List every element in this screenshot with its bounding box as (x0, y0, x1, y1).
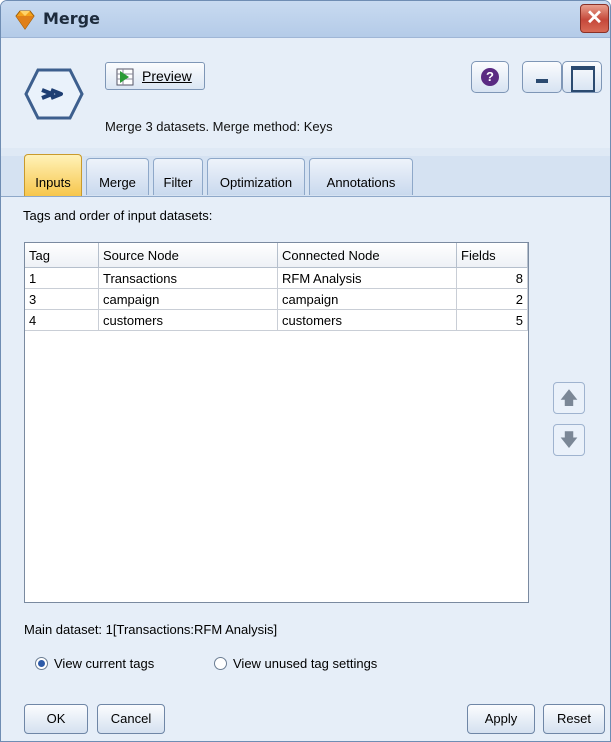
column-header-source-node[interactable]: Source Node (98, 243, 278, 268)
close-icon: ✕ (586, 7, 603, 29)
preview-label: Preview (142, 68, 192, 84)
apply-button[interactable]: Apply (467, 704, 535, 734)
radio-label: View unused tag settings (233, 656, 378, 671)
reset-button[interactable]: Reset (543, 704, 605, 734)
maximize-icon (571, 66, 595, 92)
tab-merge[interactable]: Merge (86, 158, 149, 195)
tab-annotations[interactable]: Annotations (309, 158, 413, 195)
close-button[interactable]: ✕ (580, 4, 609, 33)
move-up-button[interactable]: 🡅 (553, 382, 585, 414)
cancel-button[interactable]: Cancel (97, 704, 165, 734)
main-dataset-label: Main dataset: 1[Transactions:RFM Analysi… (24, 622, 278, 637)
maximize-button[interactable] (562, 61, 602, 93)
arrow-up-icon: 🡅 (559, 388, 579, 408)
column-header-fields[interactable]: Fields (456, 243, 528, 268)
cell-source-node: customers (98, 309, 278, 331)
column-header-tag[interactable]: Tag (25, 243, 99, 268)
radio-selected-indicator[interactable] (35, 657, 48, 670)
move-down-button[interactable]: 🡇 (553, 424, 585, 456)
input-datasets-table[interactable]: Tag Source Node Connected Node Fields 1 … (24, 242, 529, 603)
ok-button[interactable]: OK (24, 704, 88, 734)
cell-connected-node: RFM Analysis (277, 267, 457, 289)
node-summary: Merge 3 datasets. Merge method: Keys (105, 119, 333, 134)
tab-filter[interactable]: Filter (153, 158, 203, 195)
window-title: Merge (43, 9, 100, 28)
tab-inputs[interactable]: Inputs (24, 154, 82, 196)
tab-optimization[interactable]: Optimization (207, 158, 305, 195)
column-header-connected-node[interactable]: Connected Node (277, 243, 457, 268)
cell-source-node: Transactions (98, 267, 278, 289)
table-row[interactable]: 3 campaign campaign 2 (25, 288, 528, 310)
merge-dialog: Merge ✕ Preview ? Merge 3 datasets. Merg… (0, 0, 611, 742)
radio-unselected-indicator[interactable] (214, 657, 227, 670)
help-button[interactable]: ? (471, 61, 509, 93)
preview-button[interactable]: Preview (105, 62, 205, 90)
cell-connected-node: customers (277, 309, 457, 331)
merge-node-icon (24, 68, 84, 120)
preview-table-icon (116, 68, 134, 86)
cell-fields: 5 (456, 309, 528, 331)
table-header-row: Tag Source Node Connected Node Fields (25, 243, 528, 268)
section-label: Tags and order of input datasets: (23, 208, 213, 223)
table-row[interactable]: 4 customers customers 5 (25, 309, 528, 331)
cell-tag: 1 (25, 267, 99, 289)
radio-label: View current tags (54, 656, 155, 671)
cell-source-node: campaign (98, 288, 278, 310)
cell-fields: 8 (456, 267, 528, 289)
cell-tag: 4 (25, 309, 99, 331)
minimize-button[interactable] (522, 61, 562, 93)
cell-connected-node: campaign (277, 288, 457, 310)
help-icon: ? (481, 68, 499, 86)
minimize-icon (536, 79, 548, 83)
arrow-down-icon: 🡇 (559, 430, 579, 450)
table-row[interactable]: 1 Transactions RFM Analysis 8 (25, 267, 528, 289)
cell-tag: 3 (25, 288, 99, 310)
diamond-gem-icon (15, 10, 35, 30)
title-bar[interactable]: Merge ✕ (1, 1, 610, 38)
cell-fields: 2 (456, 288, 528, 310)
